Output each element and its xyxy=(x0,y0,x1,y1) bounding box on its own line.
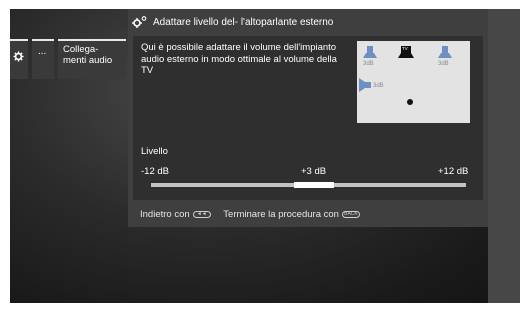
panel-description: Qui è possibile adattare il volume dell'… xyxy=(141,42,337,76)
breadcrumb-ellipsis-label: ... xyxy=(38,46,47,57)
gear-icon xyxy=(13,51,24,62)
side-speaker-db: 3dB xyxy=(373,83,384,89)
panel-title: Adattare livello del- l'altoparlante est… xyxy=(153,17,334,28)
tv-label: TV xyxy=(402,46,408,51)
level-max-label: +12 dB xyxy=(438,166,469,177)
breadcrumb-audio-connections[interactable]: Collega- menti audio xyxy=(58,39,126,79)
right-pane xyxy=(488,9,520,303)
rewind-key-icon: ◄◄ xyxy=(192,210,211,218)
back-key-icon: BACK xyxy=(341,210,360,218)
breadcrumb-current-label: Collega- menti audio xyxy=(63,44,113,66)
panel-header: Adattare livello del- l'altoparlante est… xyxy=(128,9,488,36)
end-procedure-text: Terminare la procedura con xyxy=(223,209,339,220)
level-slider[interactable] xyxy=(151,182,466,188)
level-label: Livello xyxy=(141,146,168,157)
level-min-label: -12 dB xyxy=(141,166,169,177)
panel-footer: Indietro con ◄◄ Terminare la procedura co… xyxy=(140,209,364,220)
speaker-icon xyxy=(359,78,371,92)
panel-body: Qui è possibile adattare il volume dell'… xyxy=(133,36,483,200)
level-mid-label: +3 dB xyxy=(301,166,327,177)
breadcrumb-settings[interactable] xyxy=(10,39,28,79)
tv-screen: ... Collega- menti audio Adattare livell… xyxy=(10,9,520,303)
listener-dot-icon xyxy=(407,99,413,105)
speaker-icon xyxy=(438,46,452,58)
back-hint-text: Indietro con xyxy=(140,209,190,220)
left-speaker-db: 3dB xyxy=(363,61,374,67)
speaker-level-panel: Adattare livello del- l'altoparlante est… xyxy=(128,9,488,227)
level-slider-thumb[interactable] xyxy=(294,182,334,188)
speaker-layout-diagram: 3dB TV 3dB 3dB xyxy=(357,41,470,123)
breadcrumb-ellipsis[interactable]: ... xyxy=(32,39,54,79)
right-speaker-db: 3dB xyxy=(438,61,449,67)
settings-gear-icon xyxy=(132,16,147,28)
speaker-icon xyxy=(363,46,377,58)
